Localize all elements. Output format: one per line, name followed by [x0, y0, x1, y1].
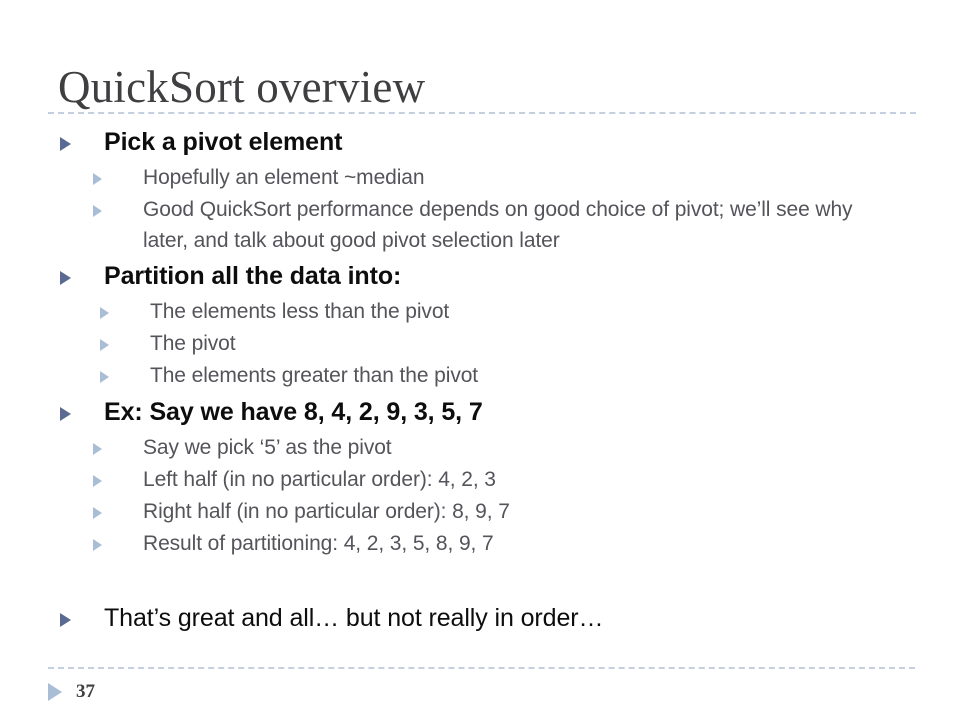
triangle-bullet-icon — [93, 443, 102, 455]
triangle-bullet-icon — [100, 371, 109, 383]
bullet-text: That’s great and all… but not really in … — [104, 604, 604, 632]
bullet-text: Ex: Say we have 8, 4, 2, 9, 3, 5, 7 — [104, 398, 483, 426]
bullet-level1: That’s great and all… but not really in … — [0, 598, 960, 638]
triangle-bullet-icon — [60, 271, 71, 285]
bullet-level1: Ex: Say we have 8, 4, 2, 9, 3, 5, 7 — [0, 392, 960, 432]
bullet-text: Result of partitioning: 4, 2, 3, 5, 8, 9… — [143, 532, 494, 555]
bullet-level2: Right half (in no particular order): 8, … — [0, 496, 960, 528]
bullet-text: Say we pick ‘5’ as the pivot — [143, 436, 392, 459]
bullet-text: The elements greater than the pivot — [150, 364, 479, 387]
bullet-level1: Partition all the data into: — [0, 256, 960, 296]
bullet-level2: Say we pick ‘5’ as the pivot — [0, 432, 960, 464]
bullet-level2: Hopefully an element ~median — [0, 162, 960, 194]
footer-divider — [48, 667, 915, 669]
triangle-bullet-icon — [93, 475, 102, 487]
page-title: QuickSort overview — [58, 62, 426, 112]
page-number: 37 — [76, 681, 95, 702]
triangle-bullet-icon — [60, 407, 71, 421]
bullet-level2: The elements less than the pivot — [0, 296, 960, 328]
triangle-bullet-icon — [60, 613, 71, 627]
bullet-level2: Result of partitioning: 4, 2, 3, 5, 8, 9… — [0, 528, 960, 560]
bullet-text: Pick a pivot element — [104, 128, 343, 156]
bullet-text: Hopefully an element ~median — [143, 166, 425, 189]
bullet-text: Good QuickSort performance depends on go… — [143, 198, 853, 252]
triangle-bullet-icon — [48, 683, 62, 701]
bullet-level2: The elements greater than the pivot — [0, 360, 960, 392]
bullet-text: The elements less than the pivot — [150, 300, 450, 323]
slide: QuickSort overview Pick a pivot element … — [0, 0, 960, 720]
bullet-gap-spacer — [0, 560, 960, 598]
header-divider — [48, 112, 916, 114]
bullet-text: Partition all the data into: — [104, 262, 402, 290]
triangle-bullet-icon — [100, 339, 109, 351]
triangle-bullet-icon — [93, 173, 102, 185]
bullet-list: Pick a pivot element Hopefully an elemen… — [0, 122, 960, 638]
bullet-text: The pivot — [150, 332, 236, 355]
slide-footer: 37 — [48, 672, 95, 712]
bullet-text: Left half (in no particular order): 4, 2… — [143, 468, 496, 491]
bullet-level1: Pick a pivot element — [0, 122, 960, 162]
triangle-bullet-icon — [60, 137, 71, 151]
bullet-text: Right half (in no particular order): 8, … — [143, 500, 510, 523]
triangle-bullet-icon — [100, 307, 109, 319]
bullet-level2: Good QuickSort performance depends on go… — [0, 194, 960, 256]
triangle-bullet-icon — [93, 507, 102, 519]
bullet-level2: Left half (in no particular order): 4, 2… — [0, 464, 960, 496]
bullet-level2: The pivot — [0, 328, 960, 360]
triangle-bullet-icon — [93, 205, 102, 217]
triangle-bullet-icon — [93, 539, 102, 551]
